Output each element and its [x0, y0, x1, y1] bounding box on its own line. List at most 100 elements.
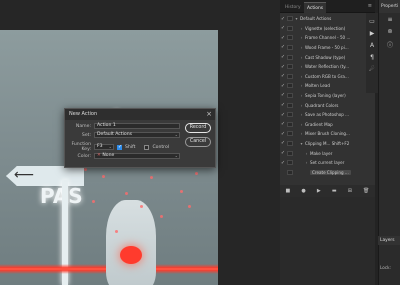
dialog-toggle-box[interactable] [287, 92, 293, 98]
expand-icon[interactable]: › [298, 74, 305, 79]
expand-icon[interactable]: › [298, 122, 305, 127]
color-select[interactable]: ✕ None ⌄ [94, 153, 180, 159]
expand-icon[interactable]: › [303, 151, 310, 156]
info-icon[interactable]: ⓘ [383, 40, 397, 49]
action-row[interactable]: ✓ › Molten Lead [280, 82, 375, 89]
name-input[interactable]: Action 1 [94, 123, 180, 129]
play-icon[interactable]: ▶ [317, 188, 321, 194]
action-row[interactable]: ✓ › Quadrant Colors [280, 101, 375, 108]
dialog-toggle-box[interactable] [287, 44, 293, 50]
document-canvas-area[interactable]: ⟵ PAS New Action × Name: Action 1 Set: D… [0, 0, 280, 285]
toggle-check-icon[interactable]: ✓ [280, 140, 286, 146]
expand-icon[interactable]: › [298, 26, 305, 31]
toggle-check-icon[interactable]: ✓ [280, 35, 286, 41]
action-label: Save as Photoshop ... [305, 112, 375, 117]
toggle-check-icon[interactable]: ✓ [280, 54, 286, 60]
expand-icon[interactable]: › [298, 103, 305, 108]
toggle-check-icon[interactable]: ✓ [280, 92, 286, 98]
new-action-icon[interactable]: ⊞ [348, 188, 352, 194]
expand-icon[interactable]: › [303, 160, 310, 165]
toggle-check-icon[interactable]: ✓ [280, 131, 286, 137]
expand-icon[interactable]: ▾ [298, 141, 305, 146]
dialog-toggle-box[interactable] [287, 54, 293, 60]
close-icon[interactable]: × [206, 109, 212, 120]
dialog-toggle-box[interactable] [287, 73, 293, 79]
action-row[interactable]: ✓ › Save as Photoshop ... [280, 111, 375, 118]
action-row[interactable]: ✓ › Cast Shadow (type) [280, 53, 375, 60]
menu-icon[interactable]: ≡ [365, 0, 375, 12]
tab-history[interactable]: History [282, 2, 304, 13]
toggle-check-icon[interactable]: ✓ [280, 44, 286, 50]
action-row[interactable]: ✓ › Gradient Map [280, 121, 375, 128]
dialog-toggle-box[interactable] [287, 102, 293, 108]
dialog-toggle-box[interactable] [287, 150, 293, 156]
dialog-toggle-box[interactable] [287, 35, 293, 41]
paragraph-icon[interactable]: ¶ [366, 53, 378, 62]
dialog-toggle-box[interactable] [287, 140, 293, 146]
toggle-check-icon[interactable]: ✓ [280, 121, 286, 127]
action-row[interactable]: ✓ › Frame Channel - 50 ... [280, 34, 375, 41]
brush-icon[interactable]: ☄ [366, 65, 378, 74]
new-set-icon[interactable]: ▬ [332, 188, 337, 194]
control-checkbox[interactable] [144, 144, 150, 150]
expand-icon[interactable]: › [298, 93, 305, 98]
expand-icon[interactable]: › [298, 35, 305, 40]
action-label-text: Quadrant Colors [305, 102, 339, 108]
action-row[interactable]: ✓ ▾ Default Actions [280, 15, 375, 22]
properties-title: Properti [379, 0, 400, 13]
dialog-toggle-box[interactable] [287, 169, 293, 175]
toggle-check-icon[interactable]: ✓ [280, 150, 286, 156]
toggle-check-icon[interactable]: ✓ [280, 73, 286, 79]
spark-particle [160, 215, 163, 218]
toggle-check-icon[interactable]: ✓ [280, 102, 286, 108]
frame-icon[interactable]: ▭ [366, 17, 378, 26]
dialog-toggle-box[interactable] [287, 121, 293, 127]
expand-icon[interactable]: ▾ [293, 16, 300, 21]
expand-icon[interactable]: › [298, 64, 305, 69]
set-select[interactable]: Default Actions ⌄ [94, 132, 180, 138]
action-row[interactable]: ✓ › Mixer Brush Cloning... [280, 130, 375, 137]
dialog-toggle-box[interactable] [287, 131, 293, 137]
record-icon[interactable]: ● [301, 188, 305, 194]
stop-icon[interactable]: ■ [286, 188, 291, 194]
trash-icon[interactable]: 🗑 [363, 188, 369, 194]
list-icon[interactable]: ≡ [383, 16, 397, 25]
action-label-text: Make layer [310, 150, 333, 156]
toggle-check-icon[interactable]: ✓ [280, 64, 286, 70]
color-label: Color: [77, 153, 91, 159]
action-row[interactable]: ✓ › Custom RGB to Gra... [280, 73, 375, 80]
dialog-toggle-box[interactable] [287, 83, 293, 89]
dialog-toggle-box[interactable] [287, 112, 293, 118]
action-row[interactable]: ✓ › Sepia Toning (layer) [280, 92, 375, 99]
color-row: Color: ✕ None ⌄ [69, 153, 180, 159]
dialog-toggle-box[interactable] [287, 64, 293, 70]
dialog-toggle-box[interactable] [287, 25, 293, 31]
dialog-toggle-box[interactable] [287, 160, 293, 166]
action-row[interactable]: ✓ › Wood Frame - 50 pi... [280, 44, 375, 51]
toggle-check-icon[interactable]: ✓ [280, 16, 286, 22]
play-icon[interactable]: ▶ [366, 29, 378, 38]
expand-icon[interactable]: › [298, 131, 305, 136]
action-row[interactable]: ✓ › Vignette (selection) [280, 25, 375, 32]
cancel-button[interactable]: Cancel [185, 137, 211, 147]
expand-icon[interactable]: › [298, 83, 305, 88]
control-label: Control [152, 144, 170, 150]
record-button[interactable]: Record [185, 123, 211, 133]
action-row[interactable]: ✓ ▾ Clipping M... Shift+F2 [280, 140, 375, 147]
type-icon[interactable]: A [366, 41, 378, 50]
action-row[interactable]: ✓ › Make layer [280, 149, 375, 156]
action-row[interactable]: ✓ › Water Reflection (ty... [280, 63, 375, 70]
function-key-select[interactable]: F3 ⌄ [94, 144, 114, 150]
expand-icon[interactable]: › [298, 112, 305, 117]
action-row[interactable]: Create Clipping ... [280, 169, 375, 176]
expand-icon[interactable]: › [298, 55, 305, 60]
toggle-check-icon[interactable]: ✓ [280, 83, 286, 89]
toggle-check-icon[interactable]: ✓ [280, 112, 286, 118]
spark-particle [180, 190, 183, 193]
adjustments-icon[interactable]: ⊚ [383, 28, 397, 37]
expand-icon[interactable]: › [298, 45, 305, 50]
action-row[interactable]: ✓ › Set current layer [280, 159, 375, 166]
toggle-check-icon[interactable]: ✓ [280, 160, 286, 166]
toggle-check-icon[interactable]: ✓ [280, 25, 286, 31]
shift-checkbox[interactable] [117, 144, 122, 150]
